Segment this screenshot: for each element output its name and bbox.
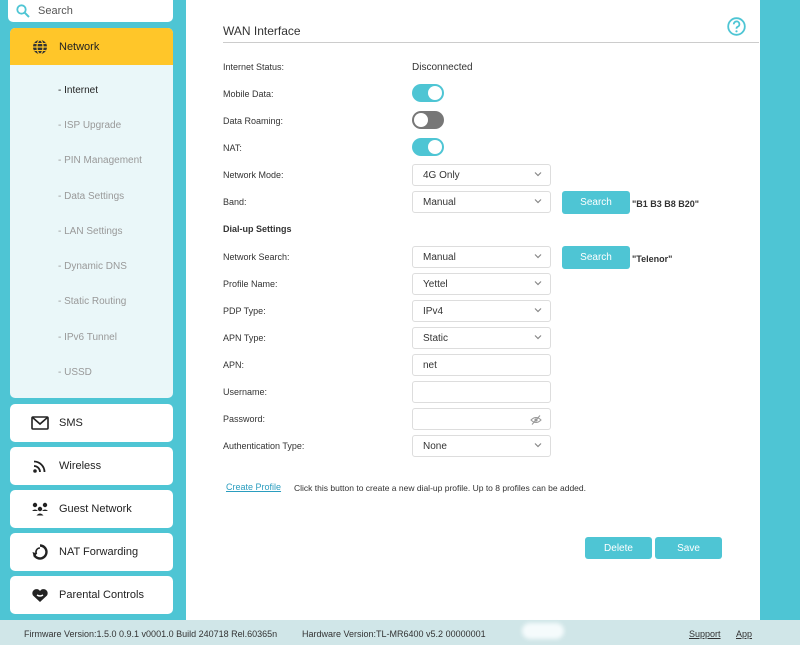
right-margin [760,0,800,620]
sidebar-sub-pin-management[interactable]: - PIN Management [58,155,142,166]
username-label: Username: [223,387,268,397]
sidebar-item-network-label: Network [59,40,100,53]
sidebar-item-network[interactable]: Network [10,28,173,65]
network-search-label: Network Search: [223,252,290,262]
heart-icon [31,586,49,604]
sidebar-item-wireless-label: Wireless [59,460,102,472]
sidebar-sub-ipv6-tunnel[interactable]: - IPv6 Tunnel [58,332,117,343]
band-search-result: "B1 B3 B8 B20" [632,199,700,209]
internet-status-value: Disconnected [412,62,473,73]
save-button[interactable]: Save [655,537,722,559]
apn-label: APN: [223,360,245,370]
password-input[interactable] [412,408,551,430]
chevron-down-icon [533,332,543,342]
apn-input[interactable]: net [412,354,551,376]
sidebar-item-nat-forwarding-label: NAT Forwarding [59,546,139,558]
network-menu-group: Network - Internet - ISP Upgrade - PIN M… [10,28,173,398]
sidebar-item-nat-forwarding[interactable]: NAT Forwarding [10,533,173,571]
sidebar-sub-static-routing[interactable]: - Static Routing [58,296,126,307]
band-label: Band: [223,197,247,207]
data-roaming-label: Data Roaming: [223,116,284,126]
page-title: WAN Interface [223,24,759,43]
toggle-knob [428,86,442,100]
sidebar-item-guest-network-label: Guest Network [59,503,132,515]
sidebar-item-parental-controls-label: Parental Controls [59,589,144,601]
network-search-value: Manual [423,251,456,263]
profile-name-label: Profile Name: [223,279,278,289]
footer: Firmware Version:1.5.0 0.9.1 v0001.0 Bui… [0,620,800,645]
apn-type-value: Static [423,332,449,344]
profile-name-value: Yettel [423,278,448,290]
apn-value: net [423,359,437,371]
sidebar: Network - Internet - ISP Upgrade - PIN M… [0,0,186,620]
nat-toggle[interactable] [412,138,444,156]
sidebar-item-guest-network[interactable]: Guest Network [10,490,173,528]
sidebar-sub-isp-upgrade[interactable]: - ISP Upgrade [58,120,121,131]
pdp-type-label: PDP Type: [223,306,266,316]
mobile-data-label: Mobile Data: [223,89,274,99]
password-label: Password: [223,414,266,424]
chevron-down-icon [533,305,543,315]
nat-label: NAT: [223,143,242,153]
band-value: Manual [423,196,456,208]
create-profile-hint: Click this button to create a new dial-u… [294,483,587,493]
pdp-type-select[interactable]: IPv4 [412,300,551,322]
app-link[interactable]: App [736,629,752,639]
guest-users-icon [31,500,49,518]
search-icon [16,4,30,18]
chevron-down-icon [533,251,543,261]
main-panel: WAN Interface Internet Status: Disconnec… [186,0,760,620]
help-icon[interactable] [727,17,746,36]
envelope-icon [31,414,49,432]
search-input[interactable] [38,5,158,17]
data-roaming-toggle[interactable] [412,111,444,129]
network-mode-label: Network Mode: [223,170,284,180]
network-mode-value: 4G Only [423,169,460,181]
support-link[interactable]: Support [689,629,721,639]
band-search-button[interactable]: Search [562,191,630,214]
network-search-button[interactable]: Search [562,246,630,269]
apn-type-select[interactable]: Static [412,327,551,349]
chevron-down-icon [533,278,543,288]
create-profile-link[interactable]: Create Profile [226,482,281,492]
sidebar-item-sms[interactable]: SMS [10,404,173,442]
firmware-version: Firmware Version:1.5.0 0.9.1 v0001.0 Bui… [24,629,278,639]
network-search-result: "Telenor" [632,254,673,264]
delete-button[interactable]: Delete [585,537,652,559]
auth-type-select[interactable]: None [412,435,551,457]
auth-type-label: Authentication Type: [223,441,305,451]
network-mode-select[interactable]: 4G Only [412,164,551,186]
sidebar-sub-dynamic-dns[interactable]: - Dynamic DNS [58,261,127,272]
toggle-knob [428,140,442,154]
auth-type-value: None [423,440,447,452]
profile-name-select[interactable]: Yettel [412,273,551,295]
chevron-down-icon [533,440,543,450]
nat-forwarding-icon [31,543,49,561]
toggle-knob [414,113,428,127]
mobile-data-toggle[interactable] [412,84,444,102]
internet-status-label: Internet Status: [223,62,285,72]
search-box[interactable] [8,0,173,22]
sidebar-sub-ussd[interactable]: - USSD [58,367,92,378]
redacted-area [522,623,564,639]
eye-slash-icon[interactable] [530,414,542,426]
sidebar-sub-internet[interactable]: - Internet [58,85,98,96]
sidebar-sub-lan-settings[interactable]: - LAN Settings [58,226,122,237]
globe-icon [32,38,48,55]
sidebar-item-wireless[interactable]: Wireless [10,447,173,485]
wifi-icon [31,457,49,475]
chevron-down-icon [533,196,543,206]
chevron-down-icon [533,169,543,179]
pdp-type-value: IPv4 [423,305,444,317]
network-search-select[interactable]: Manual [412,246,551,268]
sidebar-sub-data-settings[interactable]: - Data Settings [58,191,124,202]
apn-type-label: APN Type: [223,333,266,343]
sidebar-item-parental-controls[interactable]: Parental Controls [10,576,173,614]
dialup-settings-heading: Dial-up Settings [223,224,292,234]
hardware-version: Hardware Version:TL-MR6400 v5.2 00000001 [302,629,486,639]
sidebar-item-sms-label: SMS [59,417,83,429]
band-select[interactable]: Manual [412,191,551,213]
username-input[interactable] [412,381,551,403]
